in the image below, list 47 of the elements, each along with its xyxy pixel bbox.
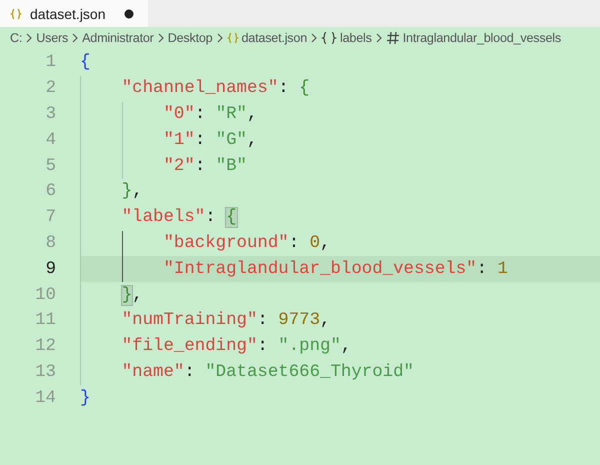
- braces-icon: [321, 31, 338, 45]
- code-line: "background": 0,: [162, 234, 330, 253]
- line-number: 2: [44, 79, 56, 98]
- chevron-icon: [374, 32, 383, 44]
- breadcrumb-item[interactable]: labels: [321, 31, 372, 45]
- code-line: },: [120, 182, 143, 202]
- json-braces-icon: [226, 32, 238, 44]
- line-number: 8: [44, 234, 56, 253]
- code-line: "labels": {: [120, 208, 237, 228]
- hash-icon: [386, 31, 400, 45]
- line-number: 6: [44, 182, 56, 202]
- json-braces-icon: [10, 8, 22, 20]
- tab-title: dataset.json: [30, 6, 106, 22]
- code-line: },: [120, 286, 143, 305]
- line-number: 14: [34, 388, 56, 408]
- chevron-icon: [25, 32, 34, 44]
- code-line: {: [80, 53, 90, 72]
- line-number: 7: [44, 208, 56, 228]
- line-number: 10: [34, 286, 56, 305]
- line-number: 9: [44, 260, 56, 279]
- chevron-icon: [216, 32, 224, 44]
- breadcrumb-item[interactable]: Desktop: [168, 31, 212, 45]
- chevron-icon: [156, 32, 165, 44]
- code-line: "name": "Dataset666_Thyroid": [120, 362, 414, 382]
- chevron-icon: [310, 32, 318, 44]
- code-line: "channel_names": {: [120, 79, 310, 98]
- line-number: 4: [44, 130, 56, 150]
- code-line: "1": "G",: [162, 130, 258, 150]
- breadcrumb-item[interactable]: Users: [36, 31, 68, 45]
- code-line: "Intraglandular_blood_vessels": 1: [162, 260, 508, 279]
- code-line: "file_ending": ".png",: [120, 337, 352, 356]
- code-line: "0": "R",: [162, 104, 258, 124]
- line-number: 3: [44, 104, 56, 124]
- chevron-icon: [71, 32, 80, 44]
- editor-tab[interactable]: dataset.json: [0, 0, 148, 27]
- line-number: 12: [34, 337, 56, 356]
- breadcrumb-item[interactable]: Intraglandular_blood_vessels: [386, 31, 561, 45]
- code-line: "2": "B": [162, 156, 247, 176]
- line-number: 5: [44, 156, 56, 176]
- breadcrumb-item[interactable]: C:: [10, 31, 22, 45]
- code-line: }: [80, 388, 90, 408]
- code-line: "numTraining": 9773,: [120, 311, 330, 330]
- line-number: 1: [44, 53, 56, 72]
- line-number: 13: [34, 362, 56, 382]
- line-number: 11: [34, 311, 56, 330]
- breadcrumb-item[interactable]: dataset.json: [226, 31, 308, 45]
- breadcrumb-item[interactable]: Administrator: [82, 31, 154, 45]
